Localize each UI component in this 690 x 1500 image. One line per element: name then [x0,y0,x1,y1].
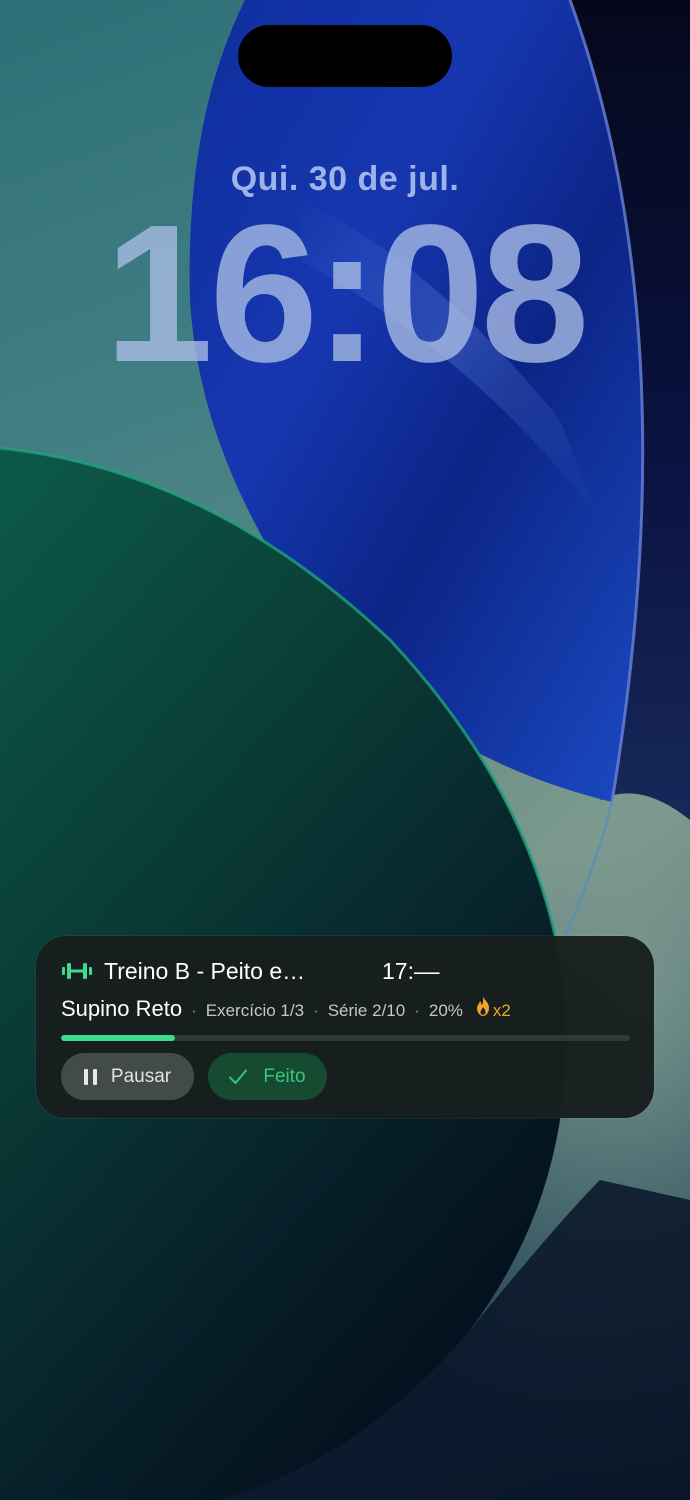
separator: · [191,1001,197,1020]
set-count: Série 2/10 [327,1001,406,1020]
done-button[interactable]: Feito [208,1053,327,1100]
workout-live-activity[interactable]: Treino B - Peito e… 17:–– Supino Reto · … [36,936,654,1118]
exercise-count: Exercício 1/3 [205,1001,305,1020]
progress-percent: 20% [428,1001,463,1020]
progress-bar [61,1035,630,1041]
streak-multiplier: x2 [492,1001,511,1020]
dumbbell-icon [62,963,92,979]
exercise-name: Supino Reto [61,996,183,1021]
done-button-label: Feito [263,1065,306,1087]
checkmark-icon [229,1069,248,1084]
pause-icon [83,1068,97,1085]
dynamic-island [238,25,452,87]
lock-screen: Qui. 30 de jul. 16:08 Treino B - Peito e… [0,0,690,1500]
fire-icon [476,996,489,1016]
pause-button[interactable]: Pausar [61,1053,194,1100]
lockscreen-clock: 16:08 [104,184,589,403]
separator: · [313,1001,319,1020]
rest-timer: 17:–– [382,958,440,984]
progress-bar-fill [61,1035,175,1041]
exercise-info: Supino Reto · Exercício 1/3 · Série 2/10… [61,996,511,1022]
separator: · [414,1001,420,1020]
activity-header: Treino B - Peito e… [62,956,354,986]
workout-title: Treino B - Peito e… [104,957,306,984]
pause-button-label: Pausar [110,1065,172,1087]
